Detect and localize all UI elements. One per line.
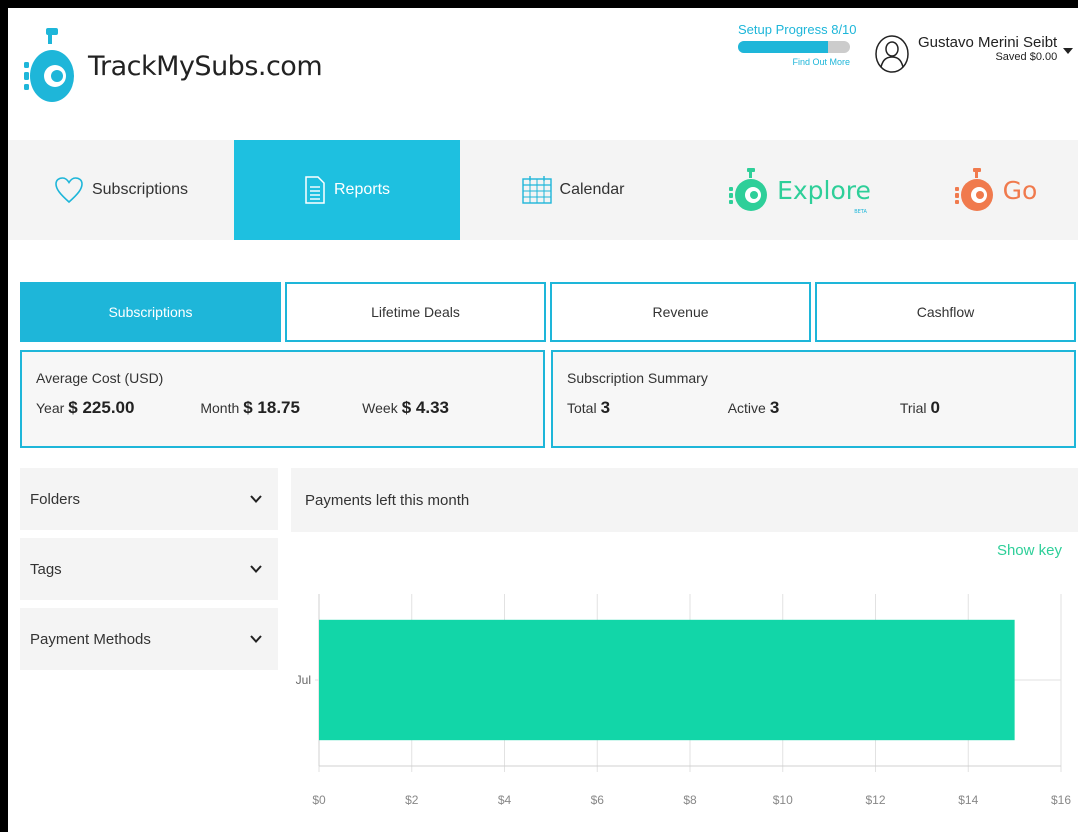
month-value: $ 18.75 bbox=[243, 398, 300, 417]
nav-explore[interactable]: Explore BETA bbox=[686, 140, 912, 240]
nav-calendar[interactable]: Calendar bbox=[460, 140, 686, 240]
setup-progress-fill bbox=[738, 41, 828, 53]
nav-subscriptions-label: Subscriptions bbox=[91, 181, 189, 198]
bar-jul bbox=[319, 619, 1015, 741]
week-label: Week bbox=[362, 400, 398, 416]
tab-cashflow[interactable]: Cashflow bbox=[815, 282, 1076, 342]
tab-subscriptions[interactable]: Subscriptions bbox=[20, 282, 281, 342]
x-tick-label: $14 bbox=[958, 793, 978, 807]
show-key-link[interactable]: Show key bbox=[997, 542, 1062, 559]
filter-tags[interactable]: Tags bbox=[20, 538, 278, 600]
find-out-more-link[interactable]: Find Out More bbox=[738, 57, 850, 67]
filter-tags-label: Tags bbox=[30, 560, 62, 578]
setup-progress-bar bbox=[738, 41, 850, 53]
x-tick-label: $2 bbox=[405, 793, 419, 807]
payments-panel-header: Payments left this month bbox=[291, 468, 1078, 532]
chevron-down-icon bbox=[250, 495, 262, 503]
nav-reports-label: Reports bbox=[333, 181, 391, 198]
chevron-down-icon bbox=[250, 635, 262, 643]
year-cost: Year $ 225.00 bbox=[36, 398, 160, 418]
trial-label: Trial bbox=[899, 400, 927, 416]
week-cost: Week $ 4.33 bbox=[325, 398, 529, 418]
beta-badge: BETA bbox=[854, 208, 867, 215]
year-label: Year bbox=[36, 400, 65, 416]
submarine-logo-icon bbox=[24, 28, 74, 102]
year-value: $ 225.00 bbox=[68, 398, 135, 417]
app-frame: TrackMySubs.com Setup Progress 8/10 Find… bbox=[8, 8, 1078, 832]
x-tick-label: $4 bbox=[498, 793, 512, 807]
setup-progress-label: Setup Progress 8/10 bbox=[738, 22, 857, 37]
logo[interactable]: TrackMySubs.com bbox=[22, 28, 323, 104]
chevron-down-icon bbox=[250, 565, 262, 573]
x-tick-label: $6 bbox=[591, 793, 605, 807]
trial-count: Trial 0 bbox=[816, 398, 1060, 418]
average-cost-card: Average Cost (USD) Year $ 225.00 Month $ 1… bbox=[20, 350, 545, 448]
nav-explore-text: Explore bbox=[777, 175, 871, 205]
setup-progress[interactable]: Setup Progress 8/10 Find Out More bbox=[738, 22, 857, 67]
active-count: Active 3 bbox=[691, 398, 815, 418]
subscription-summary-title: Subscription Summary bbox=[567, 370, 708, 386]
user-name: Gustavo Merini Seibt bbox=[918, 34, 1058, 51]
x-tick-label: $8 bbox=[683, 793, 697, 807]
tab-lifetime-deals[interactable]: Lifetime Deals bbox=[285, 282, 546, 342]
average-cost-title: Average Cost (USD) bbox=[36, 370, 164, 386]
filter-payment-methods-label: Payment Methods bbox=[30, 630, 151, 648]
tab-revenue[interactable]: Revenue bbox=[550, 282, 811, 342]
active-label: Active bbox=[727, 400, 766, 416]
y-tick-label: Jul bbox=[296, 673, 311, 687]
logo-text: TrackMySubs.com bbox=[88, 50, 323, 82]
user-menu[interactable]: Gustavo Merini Seibt Saved $0.00 bbox=[874, 34, 1074, 74]
user-avatar-icon bbox=[875, 35, 909, 73]
month-cost: Month $ 18.75 bbox=[160, 398, 324, 418]
trial-value: 0 bbox=[930, 398, 940, 417]
active-value: 3 bbox=[769, 398, 780, 417]
nav-subscriptions[interactable]: Subscriptions bbox=[8, 140, 234, 240]
week-value: $ 4.33 bbox=[401, 398, 449, 417]
subscription-summary-card: Subscription Summary Total 3 Active 3 Tria… bbox=[551, 350, 1076, 448]
total-value: 3 bbox=[600, 398, 611, 417]
x-tick-label: $16 bbox=[1051, 793, 1071, 807]
total-count: Total 3 bbox=[567, 398, 691, 418]
main-nav: Subscriptions Reports Calendar Explore B… bbox=[8, 140, 1078, 240]
heart-icon bbox=[55, 177, 83, 204]
report-tabs: Subscriptions Lifetime Deals Revenue Cas… bbox=[20, 282, 1076, 342]
nav-reports[interactable]: Reports bbox=[234, 140, 460, 240]
payments-bar-chart: $0 $2 $4 $6 $8 $10 $12 $14 $16 Jul bbox=[296, 594, 1071, 807]
x-tick-label: $0 bbox=[312, 793, 326, 807]
nav-explore-label: Explore BETA bbox=[777, 175, 871, 215]
user-saved: Saved $0.00 bbox=[995, 51, 1058, 63]
filter-folders[interactable]: Folders bbox=[20, 468, 278, 530]
submarine-explore-icon bbox=[729, 168, 768, 211]
header: TrackMySubs.com Setup Progress 8/10 Find… bbox=[8, 8, 1078, 140]
nav-calendar-label: Calendar bbox=[559, 181, 625, 198]
nav-go-label: Go bbox=[1002, 175, 1038, 205]
x-tick-label: $12 bbox=[865, 793, 885, 807]
summary-cards: Average Cost (USD) Year $ 225.00 Month $ 1… bbox=[20, 350, 1076, 448]
filter-sidebar: Folders Tags Payment Methods bbox=[20, 468, 278, 678]
submarine-go-icon bbox=[954, 168, 993, 211]
month-label: Month bbox=[200, 400, 240, 416]
total-label: Total bbox=[567, 400, 597, 416]
filter-folders-label: Folders bbox=[30, 490, 81, 508]
document-icon bbox=[305, 176, 325, 204]
calendar-icon bbox=[521, 176, 552, 204]
payments-panel-title: Payments left this month bbox=[305, 491, 470, 509]
filter-payment-methods[interactable]: Payment Methods bbox=[20, 608, 278, 670]
nav-go[interactable]: Go bbox=[912, 140, 1078, 240]
caret-down-icon[interactable] bbox=[1063, 48, 1074, 54]
x-tick-label: $10 bbox=[773, 793, 793, 807]
